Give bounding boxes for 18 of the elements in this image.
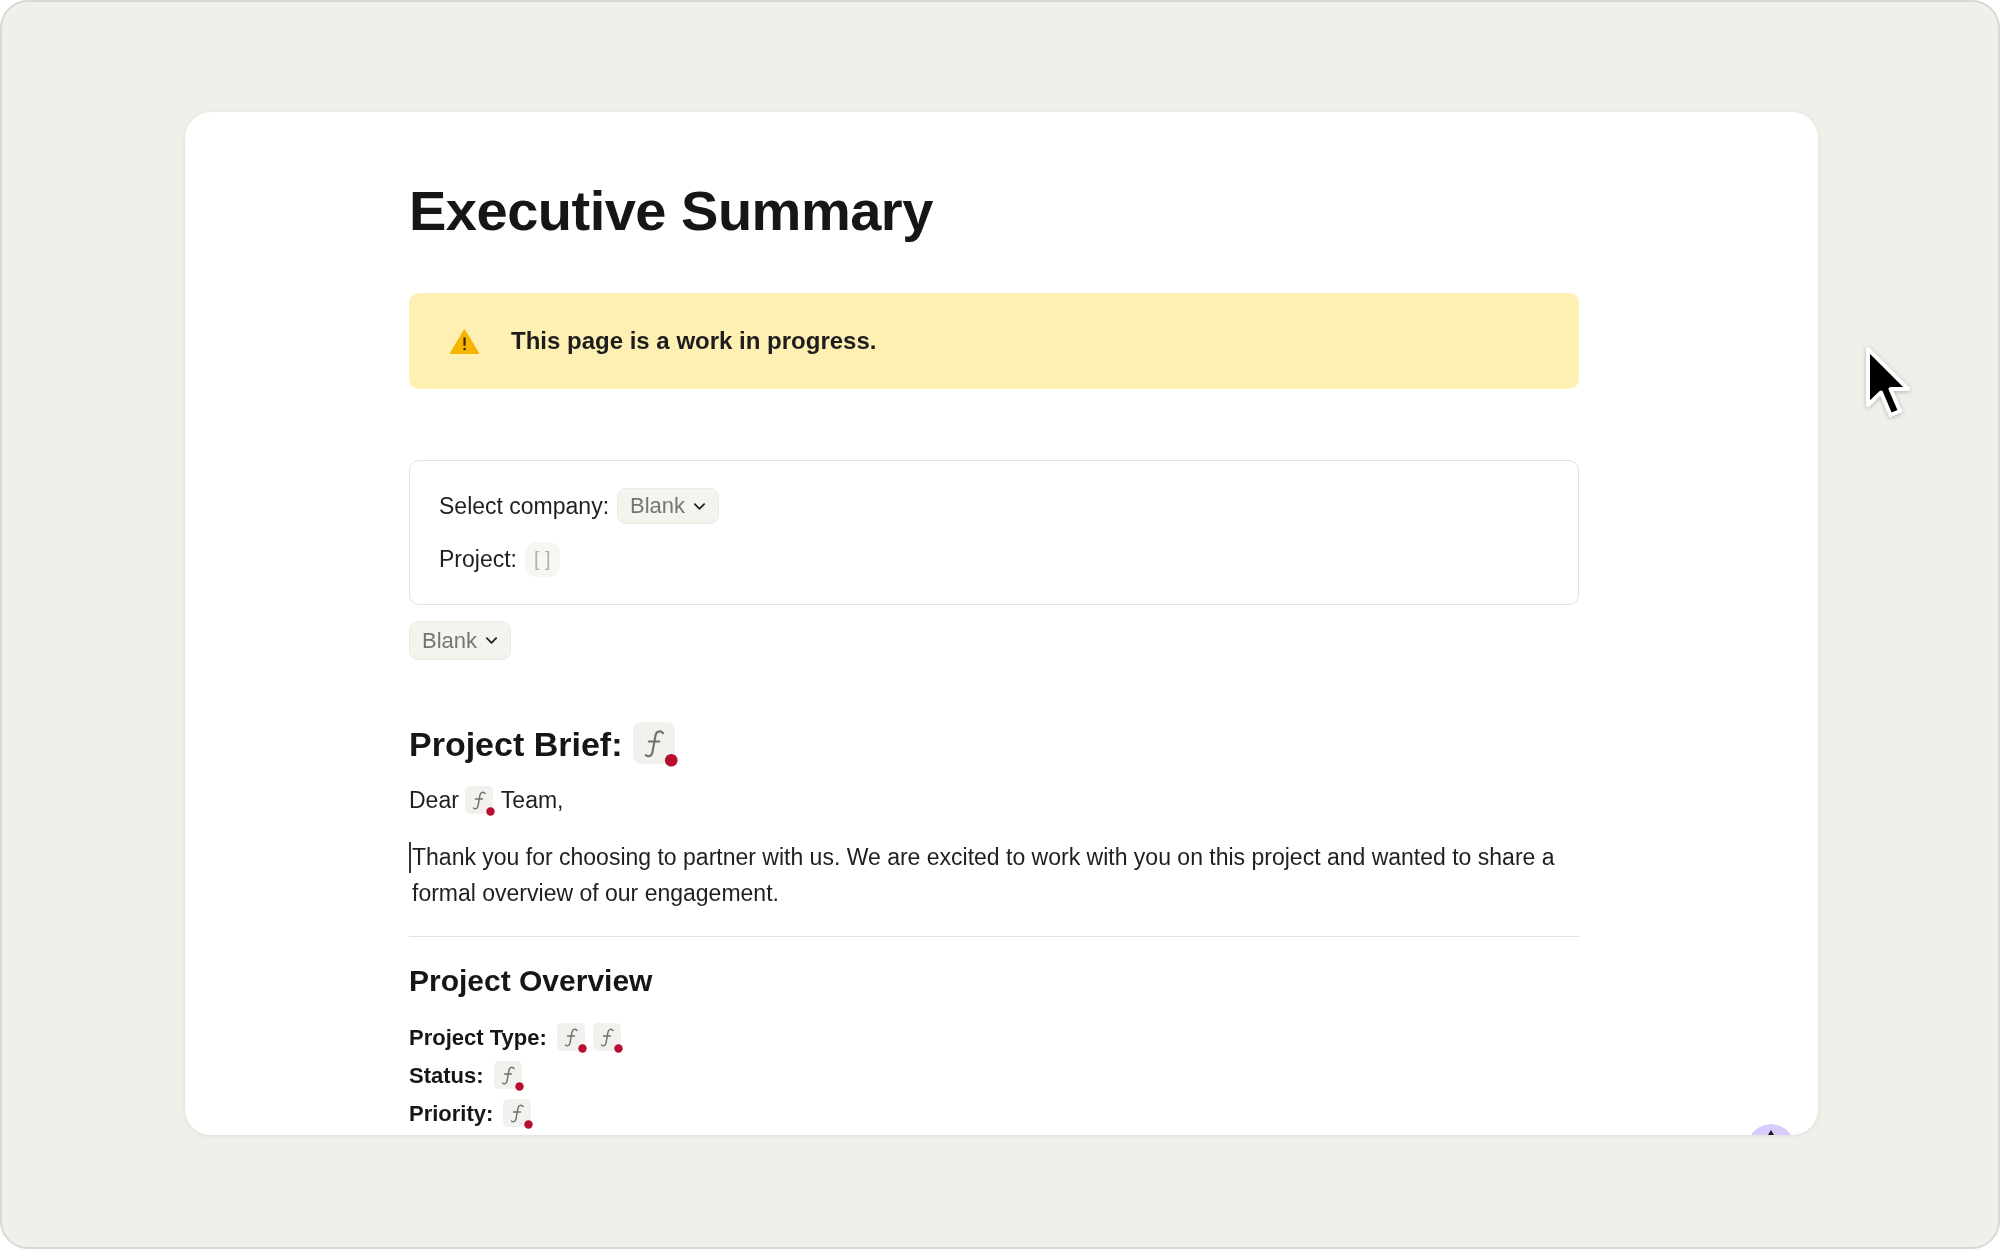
section-heading: Project Overview (409, 963, 654, 999)
callout-text: This page is a work in progress. (511, 327, 877, 355)
warning-icon (449, 327, 480, 355)
dropdown[interactable]: Blank (617, 488, 720, 524)
field-label: Project: (439, 546, 517, 573)
greeting-text: Team, (500, 787, 564, 814)
section-heading: Project Brief: (409, 724, 623, 764)
dropdown[interactable]: Blank (409, 621, 512, 660)
field-label: Select company: (439, 492, 610, 520)
field-label: Priority: (409, 1101, 494, 1127)
triangle-icon (1768, 1130, 1774, 1135)
chevron-down-icon (485, 636, 499, 645)
field-label: Project Type: (409, 1025, 547, 1051)
greeting-text: Dear (409, 787, 459, 814)
field-label: Status: (409, 1063, 484, 1089)
chevron-down-icon (693, 501, 707, 511)
page-title: Executive Summary (409, 178, 934, 244)
body-paragraph: Thank you for choosing to partner with us. We are excited to work with you on this project and wanted to share a formal overview of our engagement. (412, 843, 1556, 908)
